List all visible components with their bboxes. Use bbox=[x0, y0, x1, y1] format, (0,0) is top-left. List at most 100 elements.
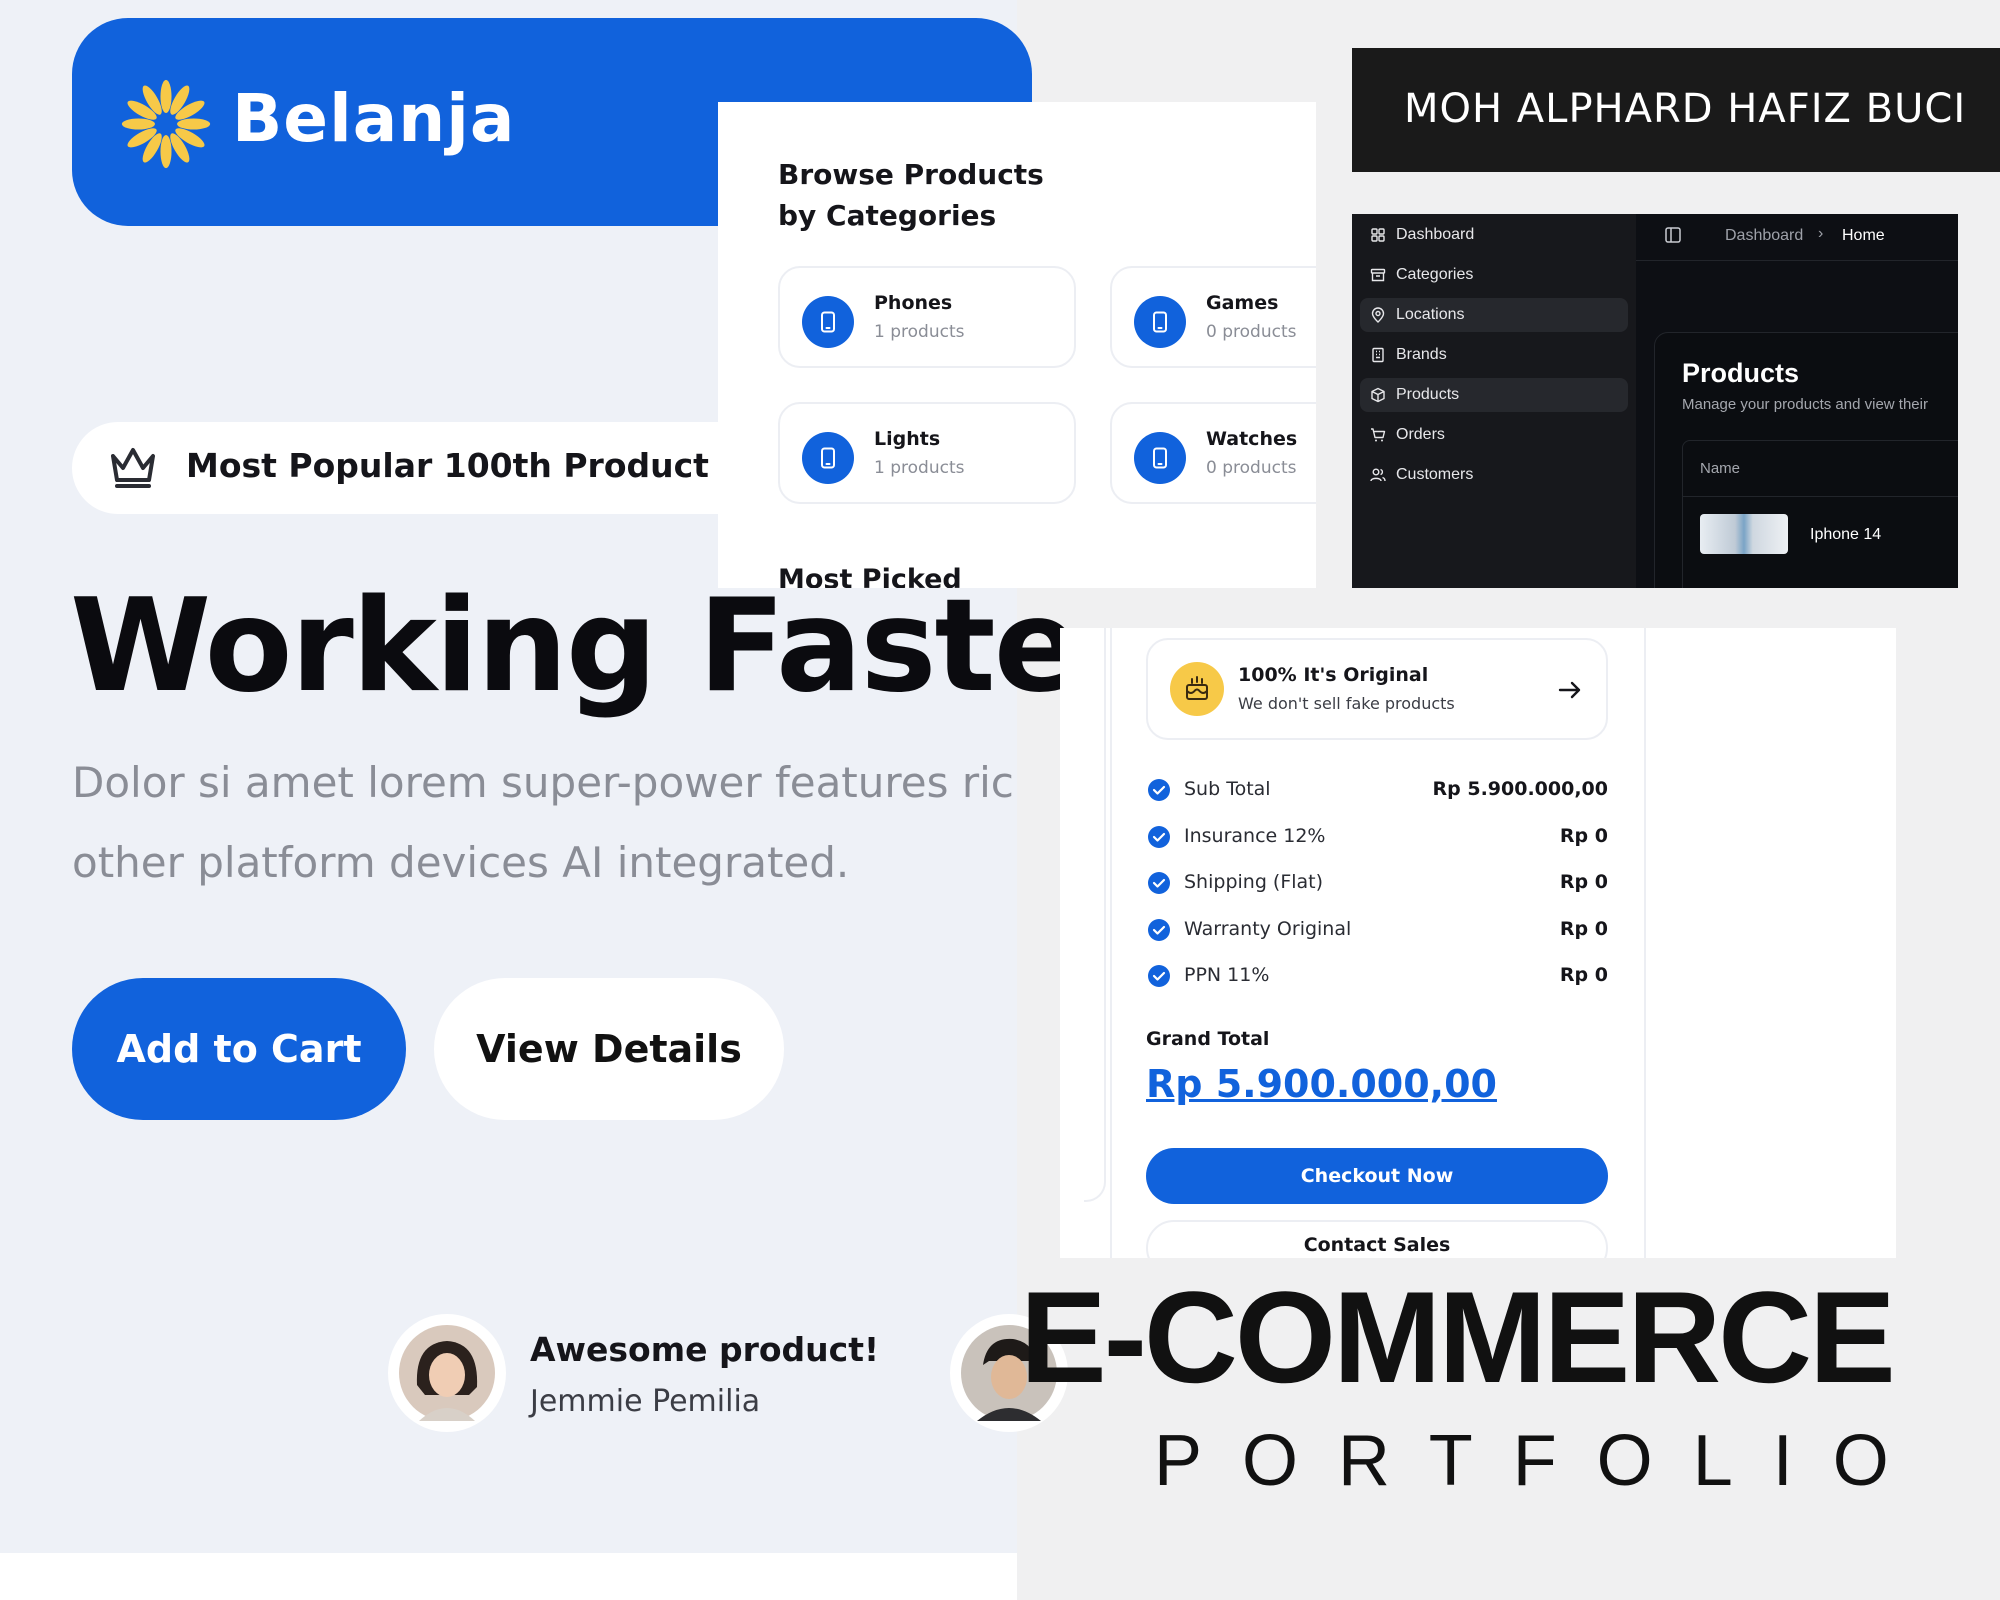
table-row-name[interactable]: Iphone 14 bbox=[1810, 526, 1881, 544]
author-name: MOH ALPHARD HAFIZ BUCI bbox=[1404, 86, 1967, 132]
hero-title: Working Faste bbox=[70, 572, 1080, 721]
check-circle-icon bbox=[1148, 965, 1170, 987]
sidebar-item-customers[interactable]: Customers bbox=[1360, 458, 1628, 492]
original-subtitle: We don't sell fake products bbox=[1238, 694, 1455, 713]
column-divider bbox=[1644, 628, 1656, 1258]
summary-line-subtotal: Sub Total Rp 5.900.000,00 bbox=[1148, 775, 1608, 805]
summary-line-label: PPN 11% bbox=[1184, 964, 1270, 986]
category-name: Lights bbox=[874, 428, 941, 450]
category-tile-phones[interactable]: Phones 1 products bbox=[778, 266, 1076, 368]
page-subtitle: Manage your products and view their bbox=[1682, 396, 1928, 413]
breadcrumb-separator: › bbox=[1818, 225, 1824, 242]
category-tile-lights[interactable]: Lights 1 products bbox=[778, 402, 1076, 504]
summary-line-label: Warranty Original bbox=[1184, 918, 1352, 940]
categories-card: Browse Products by Categories Phones 1 p… bbox=[718, 102, 1316, 588]
sidebar-item-categories[interactable]: Categories bbox=[1360, 258, 1628, 292]
sidebar-item-dashboard[interactable]: Dashboard bbox=[1360, 218, 1628, 252]
check-circle-icon bbox=[1148, 919, 1170, 941]
package-icon bbox=[1371, 387, 1385, 403]
sidebar-item-brands[interactable]: Brands bbox=[1360, 338, 1628, 372]
summary-line-label: Sub Total bbox=[1184, 778, 1271, 800]
landing-footer-strip bbox=[0, 1553, 1017, 1600]
summary-line-ppn: PPN 11% Rp 0 bbox=[1148, 961, 1608, 991]
sidebar-item-label: Locations bbox=[1396, 306, 1465, 323]
checkout-now-button[interactable]: Checkout Now bbox=[1146, 1148, 1608, 1204]
category-name: Watches bbox=[1206, 428, 1298, 450]
review-author: Jemmie Pemilia bbox=[530, 1384, 761, 1419]
building-icon bbox=[1372, 347, 1384, 363]
sidebar-item-label: Orders bbox=[1396, 426, 1445, 443]
category-count: 1 products bbox=[874, 322, 965, 342]
sidebar-item-label: Categories bbox=[1396, 266, 1474, 283]
breadcrumb-home[interactable]: Home bbox=[1842, 227, 1885, 245]
map-pin-icon bbox=[1371, 307, 1385, 323]
users-icon bbox=[1370, 468, 1386, 482]
table-header-name[interactable]: Name bbox=[1700, 460, 1740, 477]
summary-line-value: Rp 0 bbox=[1559, 964, 1608, 986]
sidebar-toggle-icon[interactable] bbox=[1664, 226, 1682, 244]
category-count: 1 products bbox=[874, 458, 965, 478]
portfolio-subtitle: PORTFOLIO bbox=[1154, 1421, 1929, 1501]
summary-line-warranty: Warranty Original Rp 0 bbox=[1148, 915, 1608, 945]
summary-line-value: Rp 5.900.000,00 bbox=[1432, 778, 1608, 800]
category-count: 0 products bbox=[1206, 458, 1297, 478]
sidebar-item-label: Customers bbox=[1396, 466, 1474, 483]
category-count: 0 products bbox=[1206, 322, 1297, 342]
product-thumbnail bbox=[1700, 514, 1788, 554]
category-tile-watches[interactable]: Watches 0 products bbox=[1110, 402, 1316, 504]
summary-line-insurance: Insurance 12% Rp 0 bbox=[1148, 822, 1608, 852]
portfolio-title: E-COMMERCE bbox=[1020, 1264, 1896, 1410]
brand-name[interactable]: Belanja bbox=[232, 80, 515, 157]
phone-icon bbox=[1134, 432, 1186, 484]
summary-line-label: Insurance 12% bbox=[1184, 825, 1326, 847]
page-title: Products bbox=[1682, 358, 1800, 388]
phone-icon bbox=[802, 432, 854, 484]
sunflower-logo-icon bbox=[121, 79, 211, 169]
check-circle-icon bbox=[1148, 872, 1170, 894]
sidebar-item-locations[interactable]: Locations bbox=[1360, 298, 1628, 332]
column-divider bbox=[1110, 628, 1122, 1258]
cart-icon bbox=[1371, 428, 1386, 442]
summary-line-value: Rp 0 bbox=[1559, 871, 1608, 893]
crown-icon bbox=[111, 448, 155, 488]
add-to-cart-button[interactable]: Add to Cart bbox=[72, 978, 406, 1120]
hero-description-line-2: other platform devices AI integrated. bbox=[72, 838, 850, 887]
reviewer-avatar bbox=[388, 1314, 506, 1432]
view-details-button[interactable]: View Details bbox=[434, 978, 784, 1120]
sidebar-item-label: Dashboard bbox=[1396, 226, 1475, 243]
category-name: Phones bbox=[874, 292, 953, 314]
checkout-summary-card: 100% It's Original We don't sell fake pr… bbox=[1060, 628, 1896, 1258]
summary-line-label: Shipping (Flat) bbox=[1184, 871, 1324, 893]
categories-title-line-2: by Categories bbox=[778, 199, 997, 232]
breadcrumb-dashboard[interactable]: Dashboard bbox=[1725, 227, 1803, 245]
archive-icon bbox=[1370, 268, 1386, 282]
categories-title: Browse Products by Categories bbox=[778, 154, 1044, 236]
summary-line-value: Rp 0 bbox=[1559, 918, 1608, 940]
category-name: Games bbox=[1206, 292, 1279, 314]
avatar-woman-icon bbox=[399, 1325, 495, 1421]
phone-icon bbox=[1134, 296, 1186, 348]
grand-total-value: Rp 5.900.000,00 bbox=[1146, 1062, 1497, 1106]
sidebar-item-orders[interactable]: Orders bbox=[1360, 418, 1628, 452]
summary-line-shipping: Shipping (Flat) Rp 0 bbox=[1148, 868, 1608, 898]
grid-icon bbox=[1371, 228, 1385, 242]
popular-badge-text: Most Popular 100th Product in B bbox=[186, 446, 792, 485]
sidebar-item-label: Products bbox=[1396, 386, 1460, 403]
check-circle-icon bbox=[1148, 779, 1170, 801]
review-title: Awesome product! bbox=[530, 1330, 880, 1369]
cake-icon bbox=[1170, 662, 1224, 716]
contact-sales-button[interactable]: Contact Sales bbox=[1146, 1220, 1608, 1258]
categories-title-line-1: Browse Products bbox=[778, 158, 1044, 191]
admin-dashboard: Dashboard Categories Locations Brands Pr… bbox=[1352, 214, 1958, 588]
grand-total-label: Grand Total bbox=[1146, 1028, 1270, 1050]
original-title: 100% It's Original bbox=[1238, 664, 1429, 686]
arrow-right-icon[interactable] bbox=[1556, 676, 1584, 704]
table-divider bbox=[1683, 496, 1958, 497]
author-banner: MOH ALPHARD HAFIZ BUCI bbox=[1352, 48, 2000, 172]
phone-icon bbox=[802, 296, 854, 348]
sidebar-item-label: Brands bbox=[1396, 346, 1447, 363]
card-edge bbox=[1084, 628, 1106, 1202]
category-tile-games[interactable]: Games 0 products bbox=[1110, 266, 1316, 368]
hero-description-line-1: Dolor si amet lorem super-power features… bbox=[72, 758, 1014, 807]
sidebar-item-products[interactable]: Products bbox=[1360, 378, 1628, 412]
